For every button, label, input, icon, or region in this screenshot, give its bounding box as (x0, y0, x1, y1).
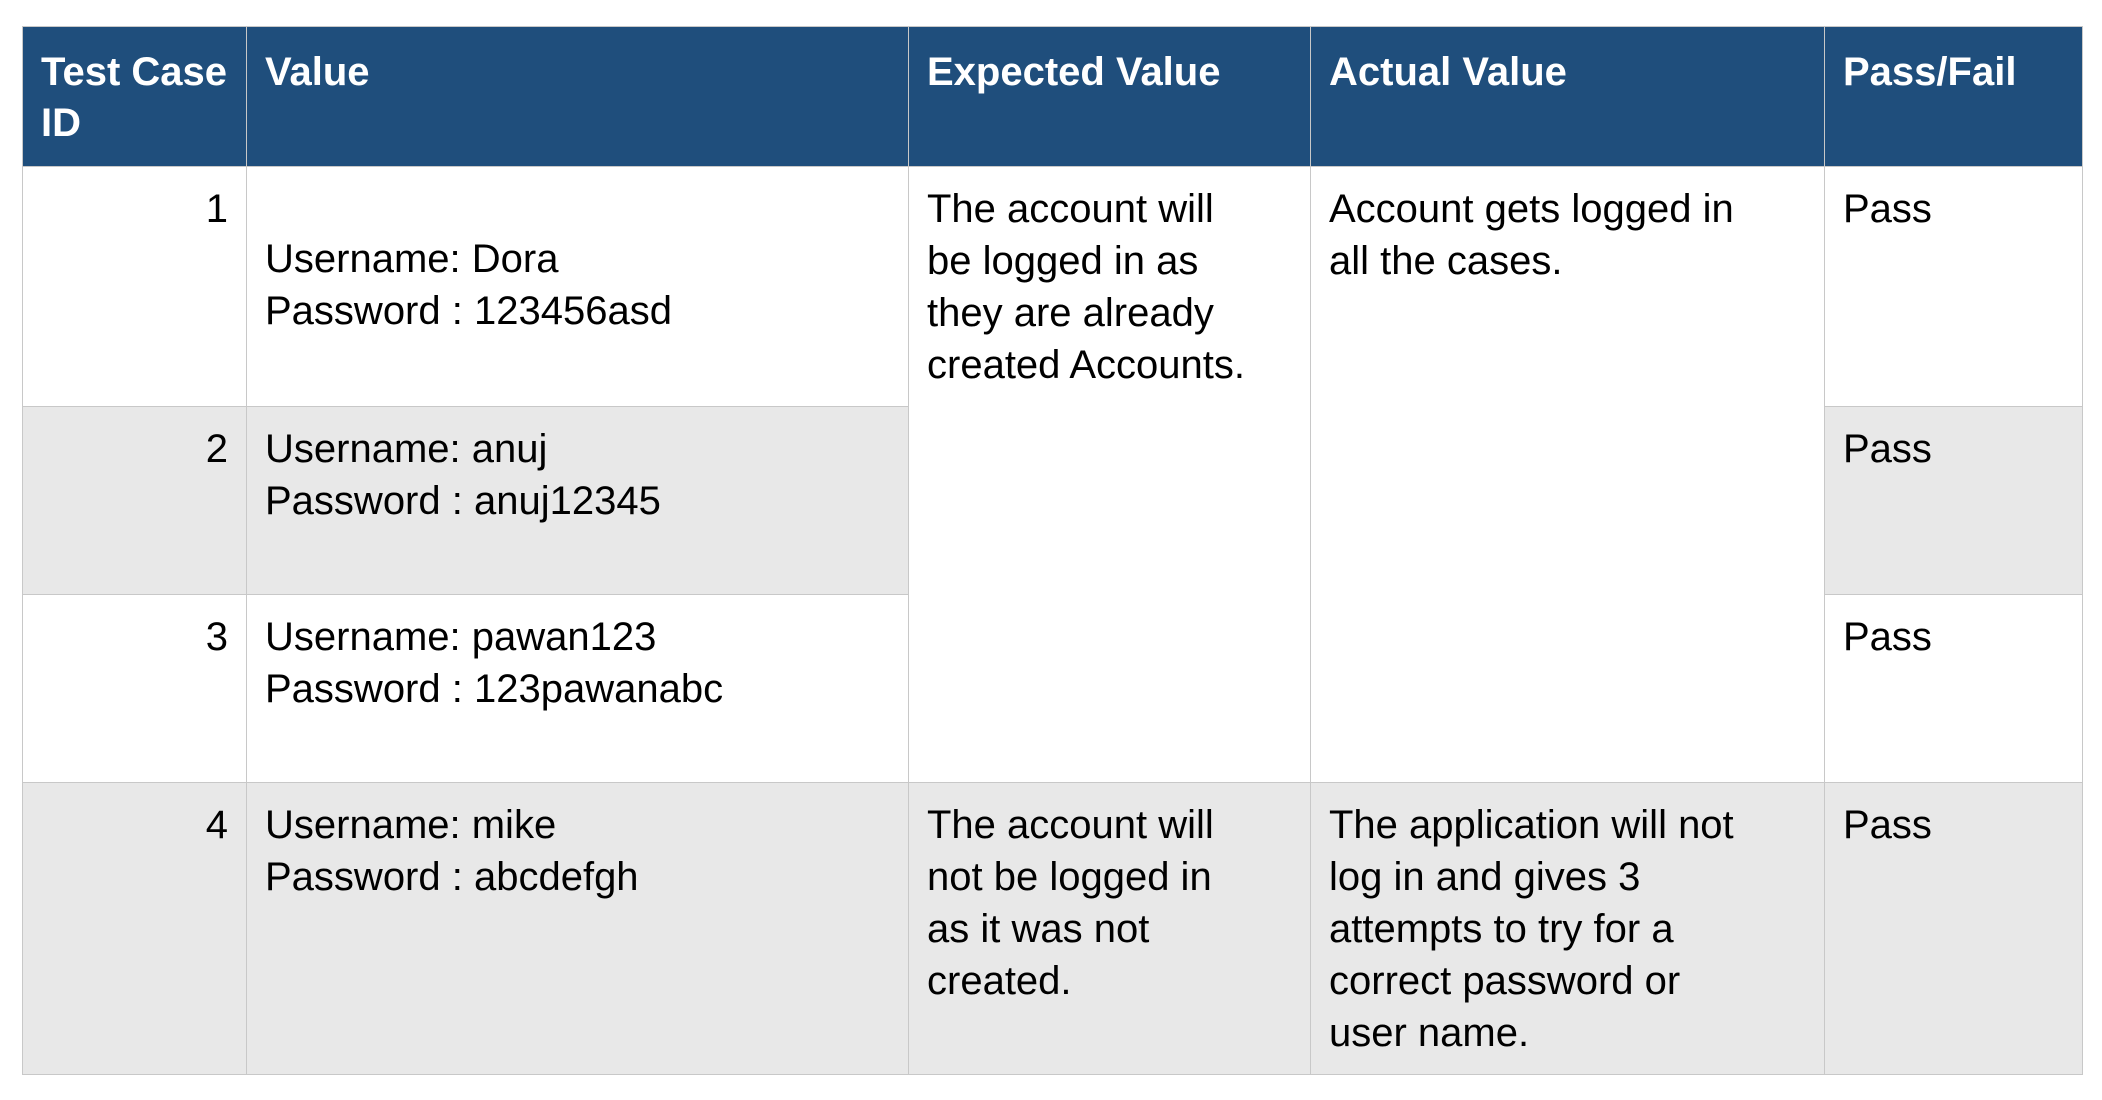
pass-fail-cell: Pass (1824, 406, 2083, 595)
password-text: Password : 123pawanabc (265, 667, 724, 711)
expected-value-line: they are already (927, 291, 1214, 335)
expected-value-line: created. (927, 959, 1072, 1003)
actual-value-line: log in and gives 3 (1329, 855, 1641, 899)
header-pass-fail: Pass/Fail (1824, 26, 2083, 167)
test-case-id: 1 (22, 166, 247, 407)
actual-value-cell: The application will not log in and give… (1310, 782, 1825, 1075)
username-text: Username: pawan123 (265, 615, 657, 659)
expected-value-line: be logged in as (927, 239, 1199, 283)
expected-value-line: The account will (927, 187, 1214, 231)
expected-value-line: not be logged in (927, 855, 1212, 899)
value-cell: Username: pawan123 Password : 123pawanab… (246, 594, 909, 783)
pass-fail-cell: Pass (1824, 594, 2083, 783)
header-test-case-id: Test Case ID (22, 26, 247, 167)
header-row: Test Case ID Value Expected Value Actual… (22, 26, 2083, 167)
actual-value-line: attempts to try for a (1329, 907, 1674, 951)
header-expected-value: Expected Value (908, 26, 1311, 167)
value-cell: Username: Dora Password : 123456asd (246, 166, 909, 407)
test-case-table: Test Case ID Value Expected Value Actual… (22, 26, 2083, 1075)
expected-value-cell: The account will be logged in as they ar… (908, 166, 1311, 783)
table-row: 1 Username: Dora Password : 123456asd Th… (22, 166, 2083, 783)
expected-value-line: The account will (927, 803, 1214, 847)
actual-value-line: all the cases. (1329, 239, 1563, 283)
username-text: Username: mike (265, 803, 557, 847)
test-case-id: 2 (22, 406, 247, 595)
expected-value-line: as it was not (927, 907, 1150, 951)
username-text: Username: Dora (265, 237, 559, 281)
actual-value-cell: Account gets logged in all the cases. (1310, 166, 1825, 783)
value-cell: Username: anuj Password : anuj12345 (246, 406, 909, 595)
pass-fail-cell: Pass (1824, 166, 2083, 407)
actual-value-line: correct password or (1329, 959, 1681, 1003)
pass-fail-cell: Pass (1824, 782, 2083, 1075)
password-text: Password : abcdefgh (265, 855, 639, 899)
header-value: Value (246, 26, 909, 167)
expected-value-cell: The account will not be logged in as it … (908, 782, 1311, 1075)
actual-value-line: Account gets logged in (1329, 187, 1734, 231)
value-cell: Username: mike Password : abcdefgh (246, 782, 909, 1075)
test-case-id: 3 (22, 594, 247, 783)
test-case-id: 4 (22, 782, 247, 1075)
actual-value-line: user name. (1329, 1011, 1530, 1055)
password-text: Password : anuj12345 (265, 479, 661, 523)
expected-value-line: created Accounts. (927, 343, 1245, 387)
username-text: Username: anuj (265, 427, 548, 471)
actual-value-line: The application will not (1329, 803, 1734, 847)
header-actual-value: Actual Value (1310, 26, 1825, 167)
password-text: Password : 123456asd (265, 289, 672, 333)
table-row: 4 Username: mike Password : abcdefgh The… (22, 782, 2083, 1075)
